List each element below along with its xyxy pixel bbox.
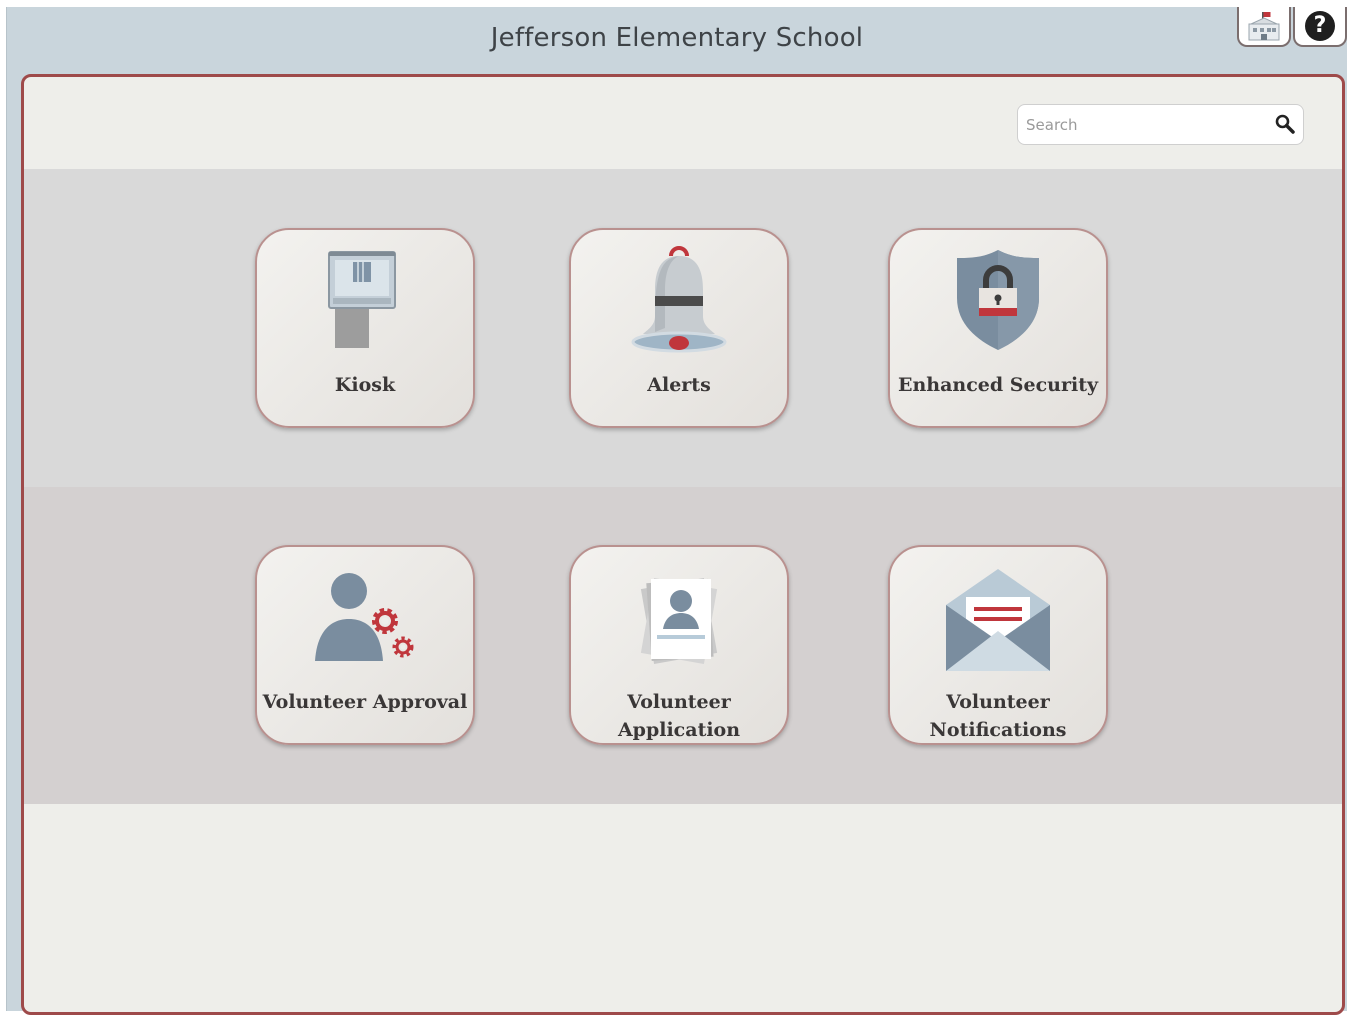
content-panel: Kiosk Alerts [21, 74, 1345, 1015]
kiosk-icon [328, 251, 396, 348]
help-icon: ? [1305, 11, 1335, 41]
alerts-label: Alerts [647, 374, 711, 396]
volunteer-approval-label: Volunteer Approval [262, 691, 468, 713]
kiosk-tile[interactable]: Kiosk [255, 228, 475, 428]
search-input[interactable] [1024, 111, 1268, 139]
enhanced-security-label: Enhanced Security [897, 374, 1099, 396]
enhanced-security-tile[interactable]: Enhanced Security [888, 228, 1108, 428]
search-icon[interactable] [1274, 113, 1296, 135]
volunteer-application-label-line1: Volunteer [627, 691, 731, 713]
volunteer-notifications-tile[interactable]: Volunteer Notifications [888, 545, 1108, 745]
tile-row-1: Kiosk Alerts Enhanced Security [24, 169, 1342, 487]
volunteer-notifications-label-line2: Notifications [929, 719, 1067, 741]
bell-icon [631, 246, 727, 353]
school-button[interactable] [1237, 7, 1291, 47]
volunteer-approval-tile[interactable]: Volunteer Approval [255, 545, 475, 745]
tile-row-2: Volunteer Approval Volunteer Application [24, 487, 1342, 804]
alerts-tile[interactable]: Alerts [569, 228, 789, 428]
app-window: Jefferson Elementary School ? Search Kio… [6, 7, 1347, 1015]
shield-lock-icon [957, 250, 1039, 350]
help-button[interactable]: ? [1293, 7, 1347, 47]
kiosk-label: Kiosk [334, 374, 396, 396]
school-building-icon [1248, 12, 1280, 41]
id-document-icon [640, 578, 718, 664]
volunteer-application-tile[interactable]: Volunteer Application [569, 545, 789, 745]
app-title: Jefferson Elementary School [490, 23, 864, 53]
envelope-icon [946, 569, 1050, 671]
volunteer-application-label-line2: Application [617, 719, 741, 741]
search-box [1017, 104, 1304, 145]
user-gear-icon [315, 573, 414, 661]
volunteer-notifications-label-line1: Volunteer [946, 691, 1050, 713]
